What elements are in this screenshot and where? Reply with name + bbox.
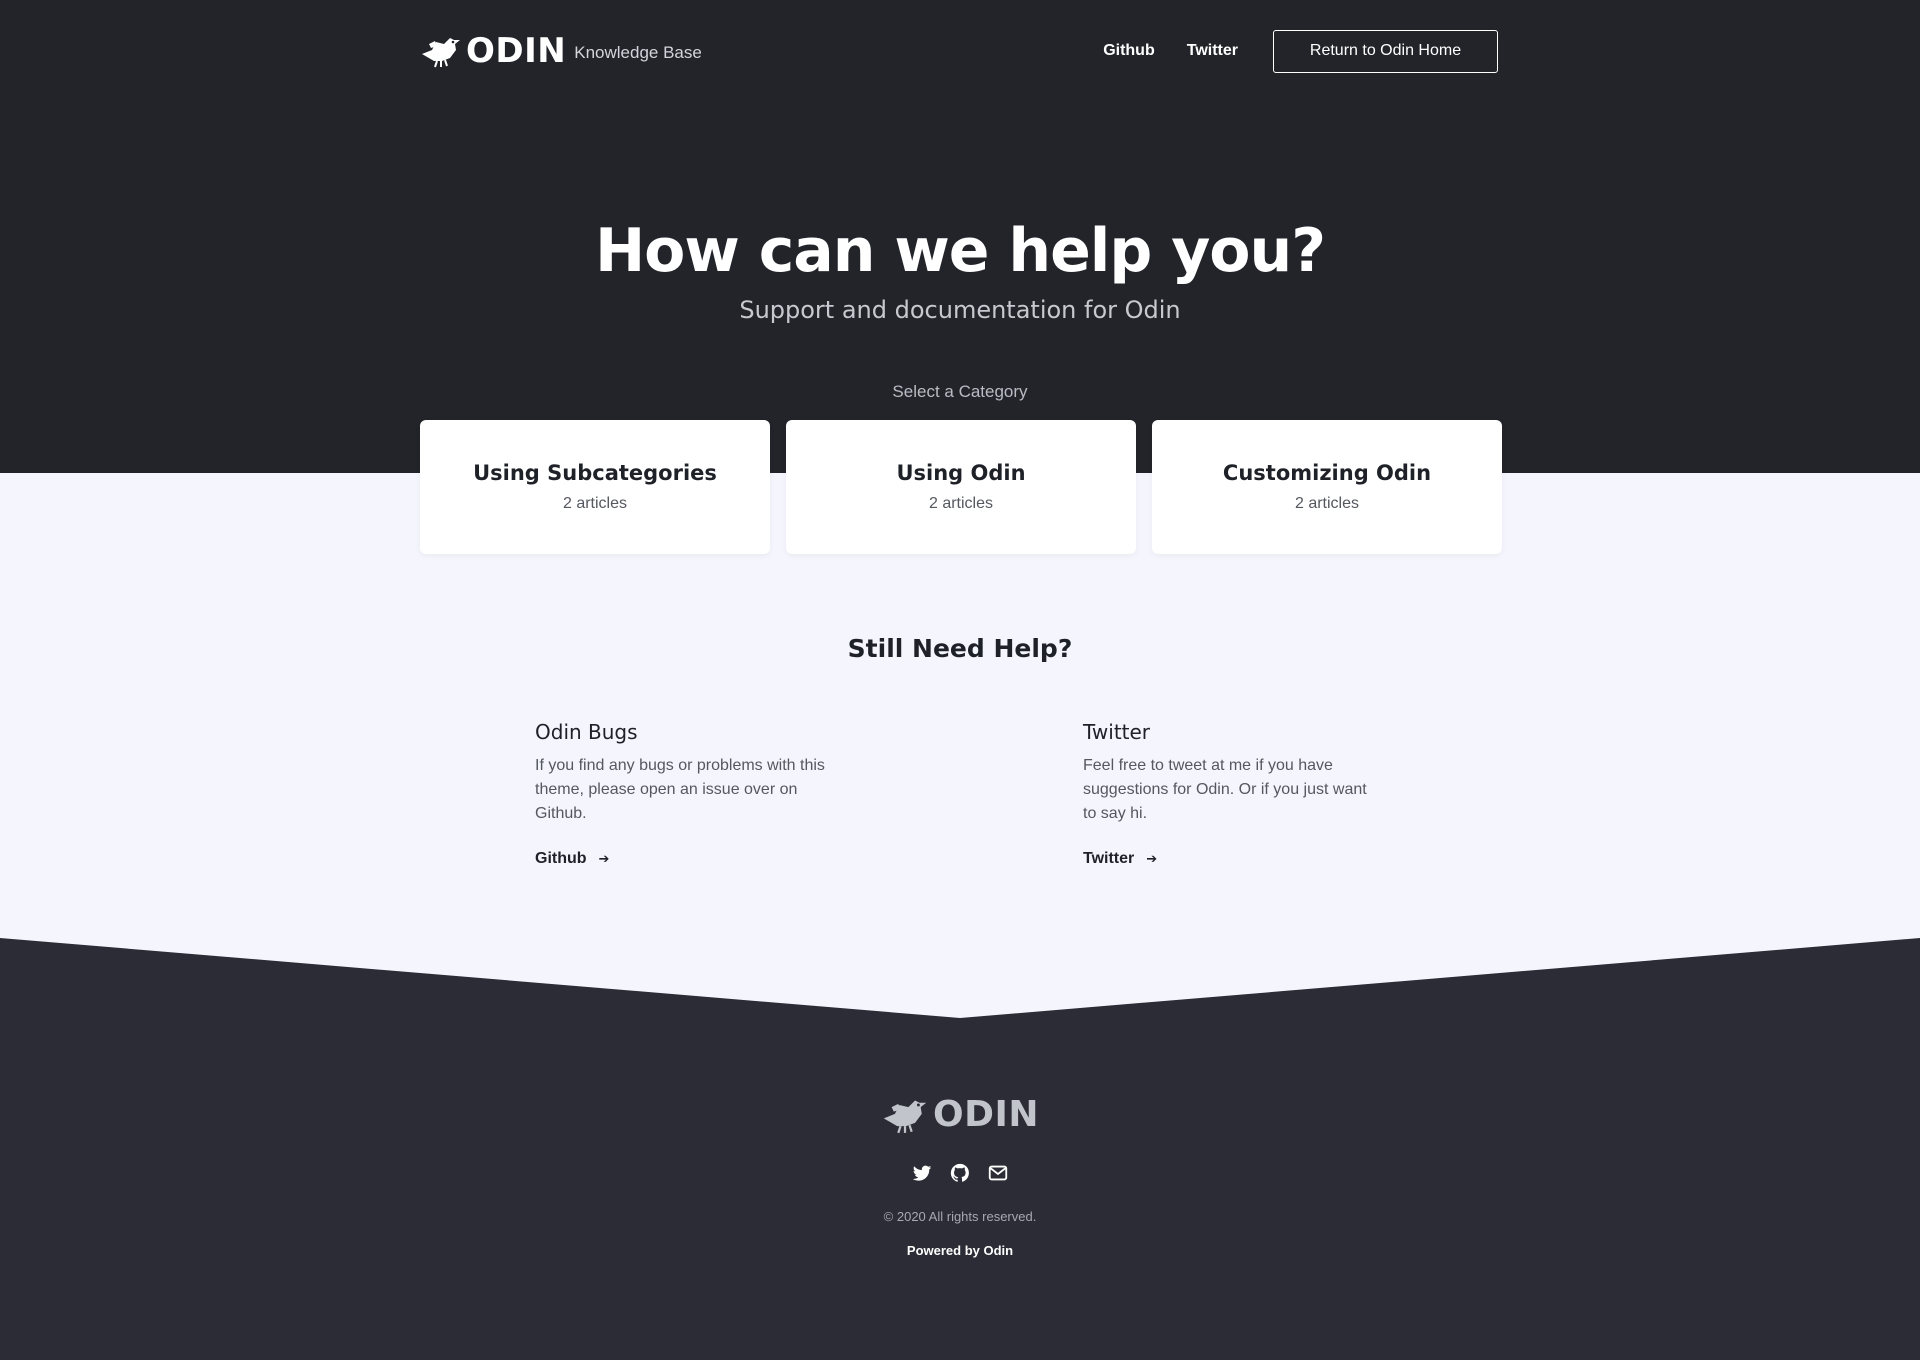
nav-link-github[interactable]: Github [1103, 42, 1155, 60]
footer-logo-wordmark: ODIN [932, 1094, 1039, 1135]
raven-logo-icon [883, 1099, 927, 1133]
raven-logo-icon [422, 38, 460, 68]
brand[interactable]: ODIN Knowledge Base [420, 31, 702, 71]
github-link-label: Github [535, 850, 587, 867]
top-navigation: ODIN Knowledge Base Github Twitter Retur… [420, 28, 1498, 74]
social-links [0, 1162, 1920, 1184]
footer-background [0, 938, 1920, 1360]
twitter-link-label: Twitter [1083, 850, 1135, 867]
category-title: Using Subcategories [473, 461, 717, 485]
nav-link-twitter[interactable]: Twitter [1187, 42, 1238, 60]
article-count: 2 articles [1294, 495, 1360, 512]
github-link[interactable]: Github ➔ [535, 850, 609, 868]
help-column-description: If you find any bugs or problems with th… [535, 757, 825, 822]
category-card-customizing-odin[interactable]: Customizing Odin 2 articles [1152, 420, 1502, 554]
article-count: 2 articles [928, 495, 994, 512]
brand-subtitle: Knowledge Base [574, 43, 702, 62]
page-title: How can we help you? [594, 216, 1326, 286]
category-card-using-subcategories[interactable]: Using Subcategories 2 articles [420, 420, 770, 554]
category-title: Customizing Odin [1222, 461, 1432, 485]
article-count: 2 articles [562, 495, 628, 512]
help-column-bugs: Odin Bugs If you find any bugs or proble… [535, 720, 835, 868]
category-cards: Using Subcategories 2 articles Using Odi… [420, 420, 1502, 554]
github-icon[interactable] [949, 1162, 971, 1184]
powered-by-link[interactable]: Powered by Odin [0, 1243, 1920, 1258]
category-title: Using Odin [896, 461, 1026, 485]
page-subtitle: Support and documentation for Odin [739, 296, 1181, 324]
category-card-using-odin[interactable]: Using Odin 2 articles [786, 420, 1136, 554]
twitter-link[interactable]: Twitter ➔ [1083, 850, 1157, 868]
mail-icon[interactable] [987, 1162, 1009, 1184]
hero-section: ODIN Knowledge Base Github Twitter Retur… [0, 0, 1920, 473]
select-category-label: Select a Category [892, 382, 1028, 401]
arrow-right-icon: ➔ [598, 851, 610, 866]
help-column-twitter: Twitter Feel free to tweet at me if you … [1083, 720, 1383, 868]
help-column-title: Odin Bugs [535, 720, 638, 744]
footer-logo[interactable]: ODIN [0, 1094, 1920, 1135]
still-need-help-heading: Still Need Help? [847, 634, 1073, 663]
help-column-description: Feel free to tweet at me if you have sug… [1083, 757, 1367, 822]
logo-wordmark: ODIN [466, 31, 567, 71]
arrow-right-icon: ➔ [1146, 851, 1158, 866]
nav-links: Github Twitter Return to Odin Home [1103, 29, 1498, 73]
return-home-button[interactable]: Return to Odin Home [1273, 29, 1498, 73]
help-column-title: Twitter [1083, 720, 1151, 744]
copyright-text: © 2020 All rights reserved. [883, 1209, 1037, 1224]
twitter-icon[interactable] [911, 1162, 933, 1184]
